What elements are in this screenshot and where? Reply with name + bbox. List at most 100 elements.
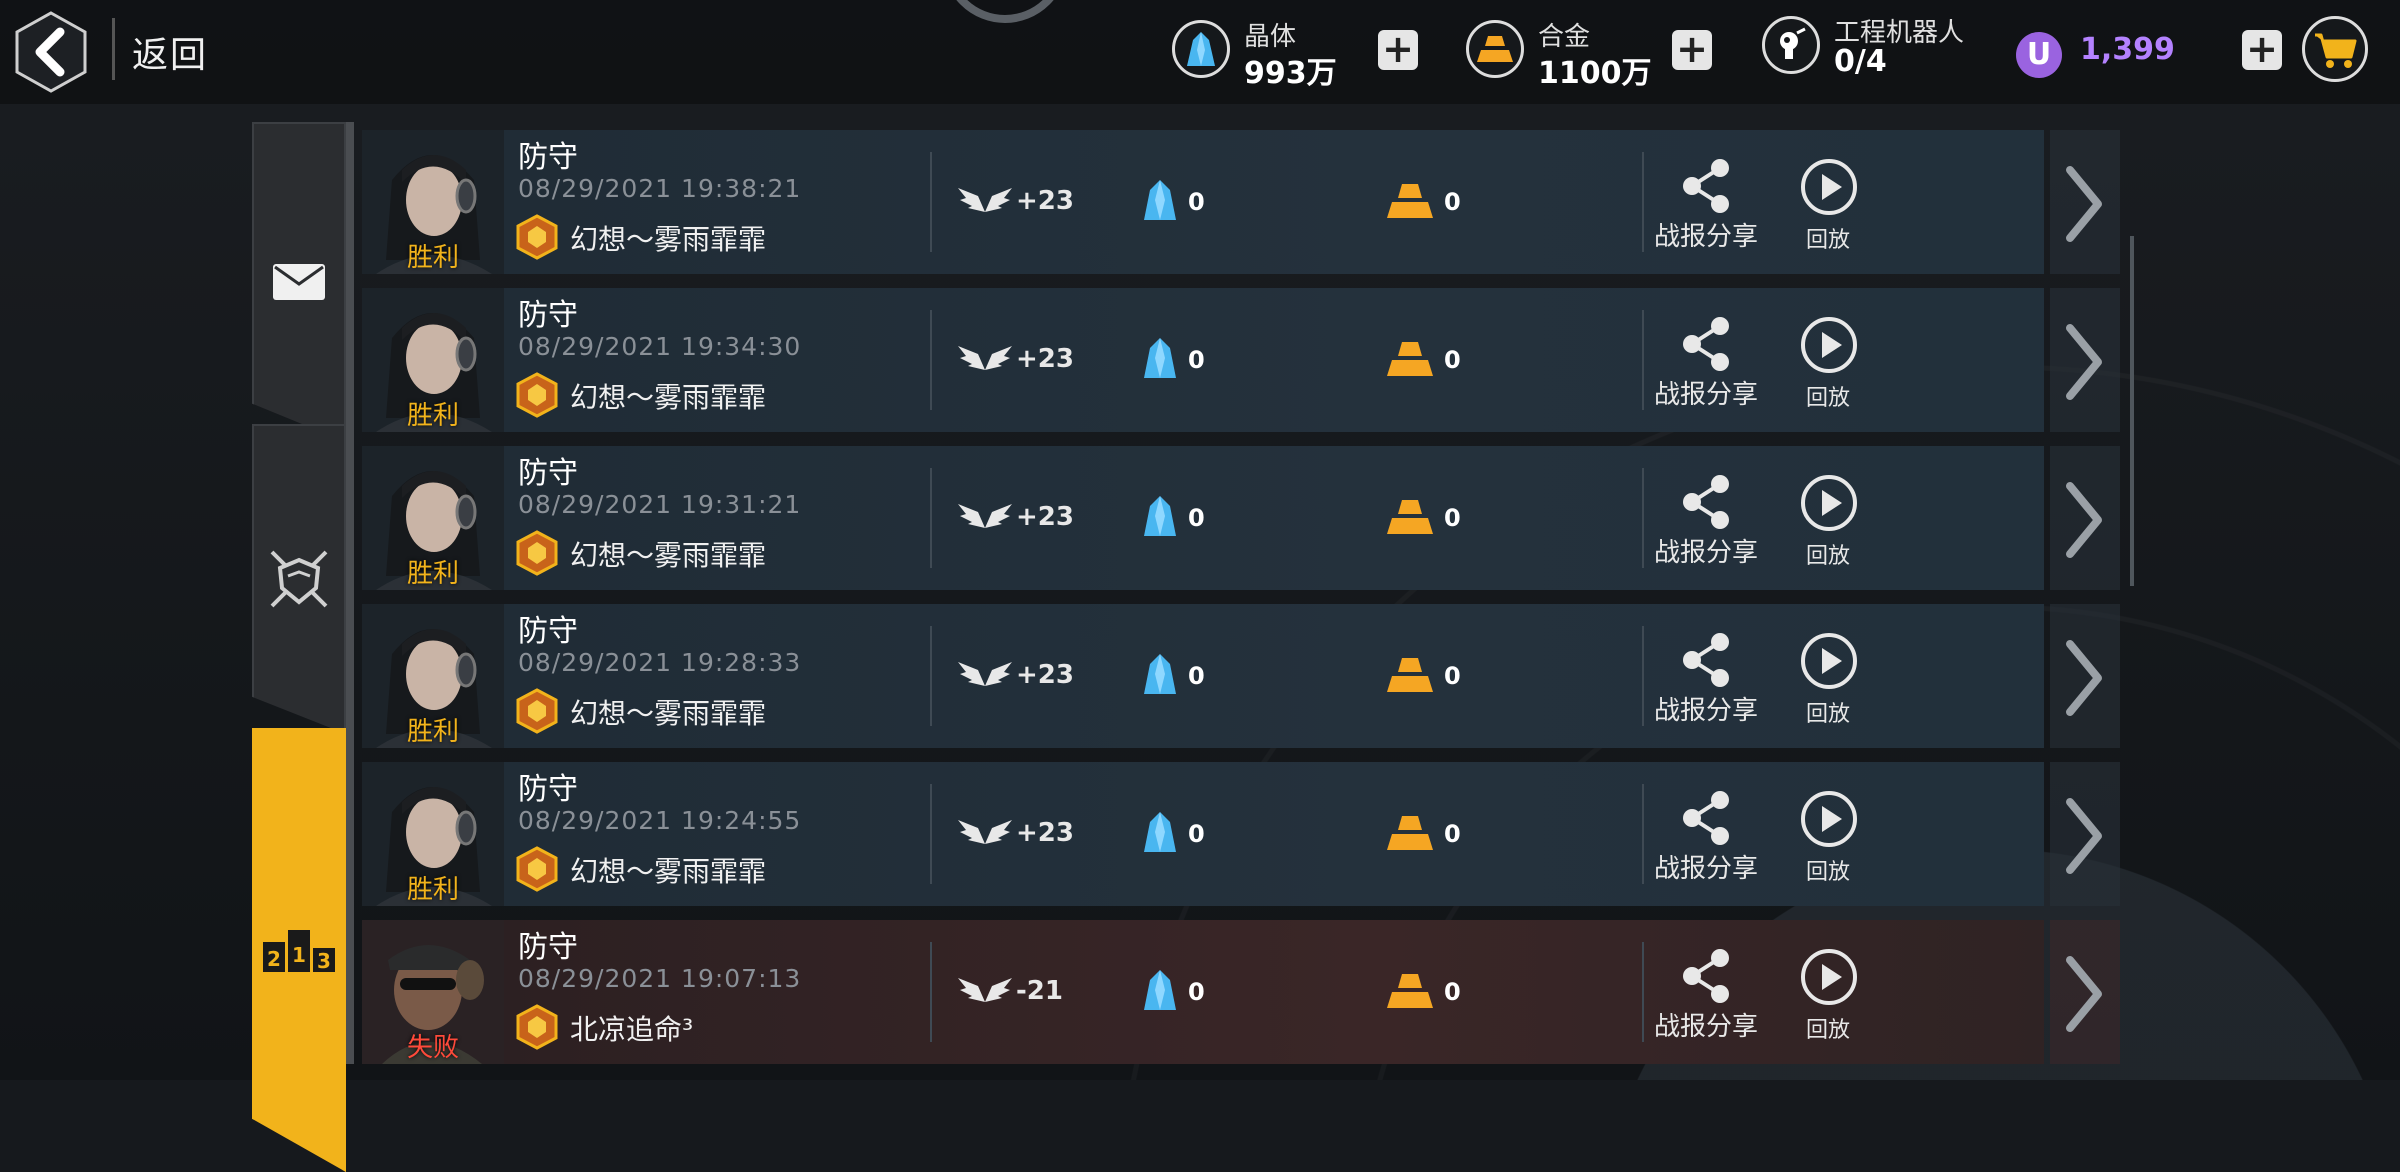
share-report-label: 战报分享 (1653, 854, 1758, 884)
share-icon (1683, 317, 1729, 371)
opponent-name: 幻想～雾雨霏霏 (570, 223, 767, 256)
crystal-icon (1144, 496, 1176, 536)
battle-result: 胜利 (406, 559, 459, 589)
svg-text:1: 1 (292, 943, 306, 967)
crystal-icon (1172, 20, 1230, 78)
add-premium-button[interactable]: + (2242, 30, 2282, 70)
rank-badge-icon (516, 372, 558, 418)
rank-badge-icon (516, 688, 558, 734)
battle-result: 胜利 (406, 401, 459, 431)
play-icon (1801, 317, 1857, 373)
row-divider (930, 468, 932, 568)
replay-button[interactable]: 回放 (1788, 632, 1868, 732)
replay-button[interactable]: 回放 (1788, 158, 1868, 258)
chevron-right-icon[interactable] (2058, 638, 2108, 718)
replay-button[interactable]: 回放 (1788, 316, 1868, 416)
share-report-label: 战报分享 (1653, 222, 1758, 252)
chevron-right-icon[interactable] (2058, 480, 2108, 560)
battle-time: 08/29/2021 19:24:55 (518, 806, 802, 835)
battle-report-row[interactable]: 胜利 防守 08/29/2021 19:38:21 幻想～雾雨霏霏 +23 0 … (362, 130, 2120, 274)
row-divider (1642, 152, 1644, 252)
opponent-name: 幻想～雾雨霏霏 (570, 855, 767, 888)
battle-report-row[interactable]: 胜利 防守 08/29/2021 19:34:30 幻想～雾雨霏霏 +23 0 … (362, 288, 2120, 432)
top-bar: 返回 晶体 993万 + 合金 1100万 + 工程机器人 0/4 U 1,39… (0, 0, 2400, 104)
opponent-avatar: 失败 (362, 920, 504, 1064)
row-divider (1642, 626, 1644, 726)
alloy-loot: 0 (1444, 188, 1461, 216)
chevron-right-icon[interactable] (2058, 796, 2108, 876)
medal-delta: +23 (1016, 660, 1074, 690)
battle-report-row[interactable]: 失败 防守 08/29/2021 19:07:13 北凉追命³ -21 0 0 (362, 920, 2120, 1064)
robot-icon (1762, 16, 1820, 74)
crystal-loot: 0 (1188, 188, 1205, 216)
alloy-icon (1387, 816, 1433, 850)
back-button[interactable] (14, 10, 88, 94)
medal-wings-icon (958, 188, 1012, 212)
replay-button[interactable]: 回放 (1788, 790, 1868, 890)
battle-report-row[interactable]: 胜利 防守 08/29/2021 19:28:33 幻想～雾雨霏霏 +23 0 … (362, 604, 2120, 748)
crystal-icon (1144, 338, 1176, 378)
play-icon (1801, 633, 1857, 689)
tab-rail (346, 122, 354, 1064)
tab-battle[interactable] (252, 424, 346, 734)
opponent-avatar: 胜利 (362, 762, 504, 906)
crystal-resource: 晶体 993万 (1172, 16, 1362, 91)
share-report-button[interactable]: 战报分享 (1646, 948, 1766, 1048)
svg-text:3: 3 (317, 949, 331, 972)
replay-button[interactable]: 回放 (1788, 948, 1868, 1048)
crystal-icon (1144, 970, 1176, 1010)
battle-time: 08/29/2021 19:38:21 (518, 174, 802, 203)
battle-result: 失败 (406, 1033, 459, 1063)
add-alloy-button[interactable]: + (1672, 30, 1712, 70)
share-icon (1683, 475, 1729, 529)
replay-label: 回放 (1805, 702, 1850, 727)
medal-wings-icon (958, 346, 1012, 370)
back-label[interactable]: 返回 (132, 26, 208, 78)
share-report-label: 战报分享 (1653, 696, 1758, 726)
row-divider (930, 310, 932, 410)
medal-wings-icon (958, 820, 1012, 844)
row-divider (1642, 310, 1644, 410)
battle-mode: 防守 (518, 930, 578, 965)
share-report-button[interactable]: 战报分享 (1646, 316, 1766, 416)
crystal-loot: 0 (1188, 978, 1205, 1006)
share-icon (1683, 633, 1729, 687)
shop-cart-button[interactable] (2302, 16, 2368, 82)
battle-report-row[interactable]: 胜利 防守 08/29/2021 19:31:21 幻想～雾雨霏霏 +23 0 … (362, 446, 2120, 590)
battle-mode: 防守 (518, 614, 578, 649)
battle-mode: 防守 (518, 456, 578, 491)
battle-mode: 防守 (518, 772, 578, 807)
tab-mail[interactable] (252, 122, 346, 442)
share-report-button[interactable]: 战报分享 (1646, 790, 1766, 890)
replay-label: 回放 (1805, 544, 1850, 569)
battle-report-row[interactable]: 胜利 防守 08/29/2021 19:24:55 幻想～雾雨霏霏 +23 0 … (362, 762, 2120, 906)
crystal-loot: 0 (1188, 346, 1205, 374)
list-scrollbar[interactable] (2130, 236, 2134, 586)
share-report-button[interactable]: 战报分享 (1646, 158, 1766, 258)
row-divider (1642, 942, 1644, 1042)
chevron-right-icon[interactable] (2058, 164, 2108, 244)
row-divider (1642, 468, 1644, 568)
opponent-name: 幻想～雾雨霏霏 (570, 539, 767, 572)
chevron-right-icon[interactable] (2058, 322, 2108, 402)
share-report-button[interactable]: 战报分享 (1646, 474, 1766, 574)
back-arrow-icon (15, 11, 87, 93)
alloy-icon (1387, 184, 1433, 218)
alloy-icon (1466, 20, 1524, 78)
rank-badge-icon (516, 530, 558, 576)
alloy-icon (1387, 974, 1433, 1008)
medal-delta: -21 (1016, 976, 1063, 1006)
opponent-avatar: 胜利 (362, 446, 504, 590)
alloy-loot: 0 (1444, 346, 1461, 374)
share-report-button[interactable]: 战报分享 (1646, 632, 1766, 732)
alloy-loot: 0 (1444, 504, 1461, 532)
battle-time: 08/29/2021 19:31:21 (518, 490, 802, 519)
medal-delta: +23 (1016, 186, 1074, 216)
play-icon (1801, 475, 1857, 531)
replay-label: 回放 (1805, 386, 1850, 411)
tab-ranking[interactable]: 2 1 3 (252, 728, 346, 1172)
add-crystal-button[interactable]: + (1378, 30, 1418, 70)
crystal-value: 993万 (1244, 56, 1337, 91)
replay-button[interactable]: 回放 (1788, 474, 1868, 574)
chevron-right-icon[interactable] (2058, 954, 2108, 1034)
